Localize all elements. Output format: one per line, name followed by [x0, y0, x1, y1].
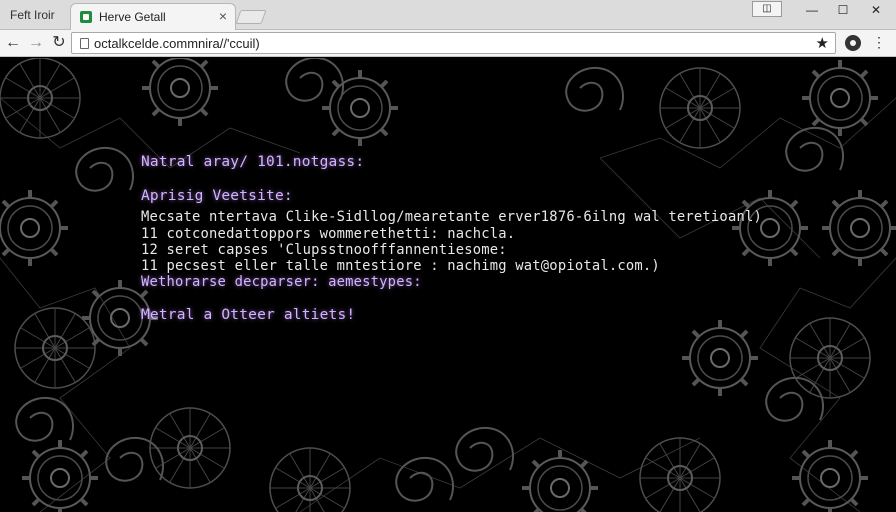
terminal-highlight: Wethorarse decparser: aemestypes:: [141, 274, 422, 290]
tab-bar: Feft Iroir Herve Getall × ◫ — ☐ ✕: [0, 0, 896, 30]
star-icon[interactable]: ★: [816, 34, 829, 52]
reload-icon[interactable]: ↻: [50, 34, 68, 52]
address-url[interactable]: octalkcelde.commnira//'ccuil): [94, 36, 260, 51]
terminal-line: 12 seret capses 'Clupsstnoofffannentieso…: [141, 242, 507, 258]
close-window-button[interactable]: ✕: [859, 0, 893, 22]
page-viewport: Natral aray/ 101.notgass: Aprisig Veetsi…: [0, 58, 896, 512]
terminal-output: Natral aray/ 101.notgass: Aprisig Veetsi…: [0, 58, 896, 512]
terminal-footer: Metral a Otteer altiets!: [141, 307, 356, 323]
browser-tab[interactable]: Herve Getall ×: [70, 3, 236, 30]
maximize-button[interactable]: ☐: [826, 0, 860, 22]
profile-button[interactable]: ◫: [752, 1, 782, 17]
tab-title: Herve Getall: [99, 10, 166, 24]
terminal-heading: Natral aray/ 101.notgass:: [141, 154, 365, 170]
page-icon: [80, 38, 89, 49]
forward-arrow-icon[interactable]: →: [27, 34, 45, 52]
favicon-icon: [80, 11, 92, 23]
terminal-line: 11 pecsest eller talle mntestiore : nach…: [141, 258, 660, 274]
terminal-line: Mecsate ntertava Clike-Sidllog/mearetant…: [141, 209, 762, 225]
back-arrow-icon[interactable]: ←: [4, 34, 22, 52]
minimize-button[interactable]: —: [795, 0, 829, 22]
browser-toolbar: ← → ↻ octalkcelde.commnira//'ccuil) ★ ⋮: [0, 30, 896, 57]
app-label: Feft Iroir: [10, 8, 55, 22]
tab-close-icon[interactable]: ×: [219, 8, 227, 24]
extension-icon[interactable]: [845, 35, 861, 51]
terminal-line: 11 cotconedattoppors wommerethetti: nach…: [141, 226, 516, 242]
menu-icon[interactable]: ⋮: [872, 34, 886, 51]
terminal-subheading: Aprisig Veetsite:: [141, 188, 293, 204]
address-bar[interactable]: octalkcelde.commnira//'ccuil) ★: [71, 32, 836, 54]
new-tab-button[interactable]: [235, 10, 267, 24]
